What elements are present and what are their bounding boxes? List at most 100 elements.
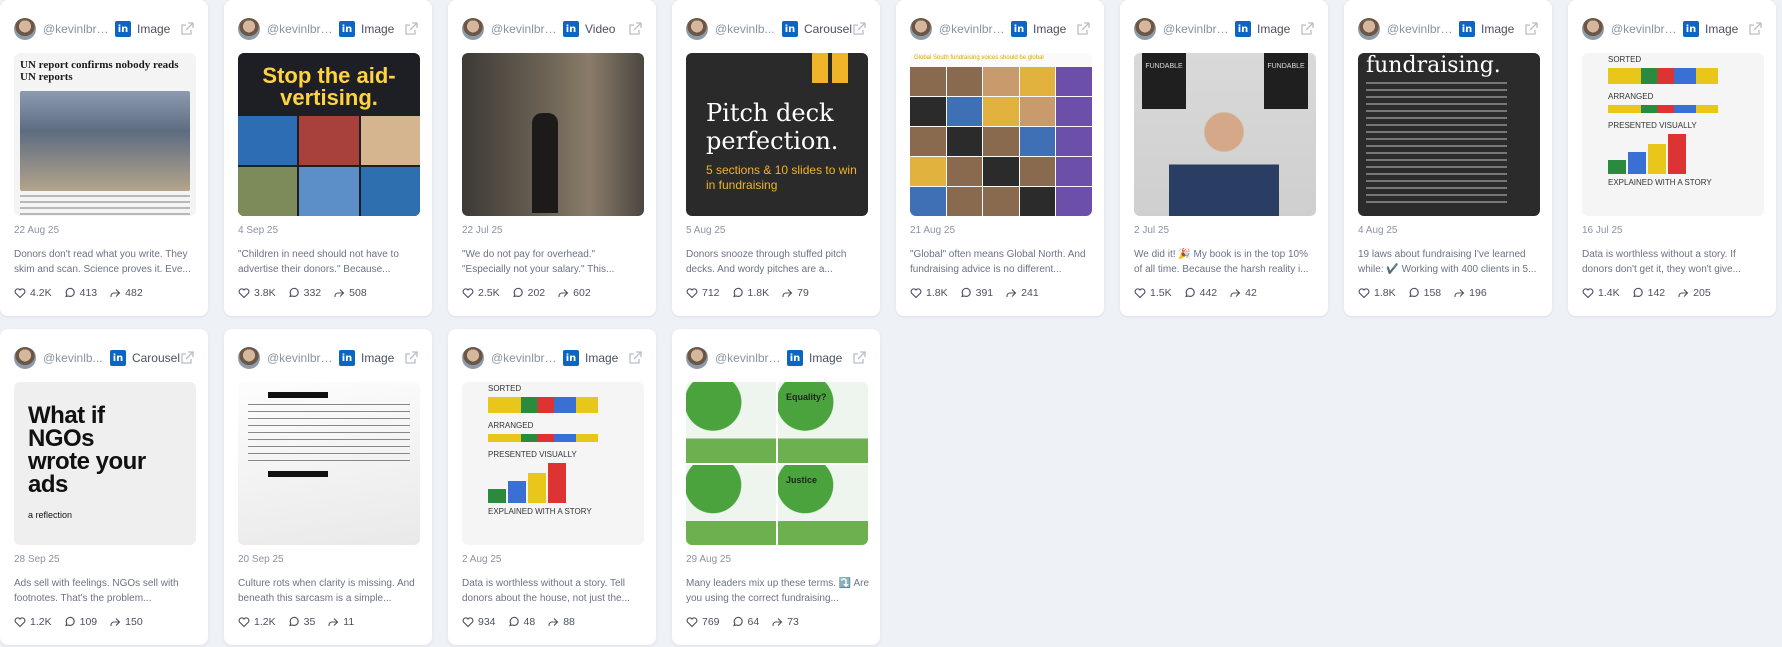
lego-bars [488, 463, 644, 503]
external-link-icon[interactable] [1300, 22, 1314, 36]
author-handle[interactable]: @kevinlbro... [43, 22, 109, 36]
post-card[interactable]: @kevinlbro... in Image SORTED ARRANGED PRESEN… [448, 329, 656, 645]
post-thumbnail[interactable]: SORTED ARRANGED PRESENTED VISUALLY EXPLAINE… [462, 382, 644, 545]
post-type-label: Carousel [131, 351, 180, 365]
video-still [532, 113, 558, 213]
external-link-icon[interactable] [628, 351, 642, 365]
author-handle[interactable]: @kevinlb... [43, 351, 104, 365]
likes-count-value: 934 [478, 616, 496, 628]
post-card[interactable]: @kevinlbro... in Image FUNDABLE FUNDABLE 2 Ju… [1120, 0, 1328, 316]
avatar[interactable] [238, 347, 260, 369]
post-caption: Data is worthless without a story. If do… [1582, 249, 1741, 275]
likes-count: 2.5K [462, 287, 500, 299]
share-icon [771, 616, 787, 628]
post-card[interactable]: @kevinlbro... in Image Global South fundrai… [896, 0, 1104, 316]
post-type-label: Carousel [803, 22, 852, 36]
portrait [1056, 67, 1092, 96]
post-card[interactable]: @kevinlbro... in Image Equality? Justice 29 A… [672, 329, 880, 645]
avatar[interactable] [1134, 18, 1156, 40]
likes-count: 1.5K [1134, 287, 1172, 299]
share-icon [1229, 287, 1245, 299]
author-handle[interactable]: @kevinlbro... [1611, 22, 1677, 36]
post-type-label: Image [361, 22, 395, 36]
author-handle[interactable]: @kevinlbro... [267, 22, 333, 36]
post-thumbnail[interactable]: Stop the aid-vertising. [238, 53, 420, 216]
book-cover: FUNDABLE [1264, 53, 1308, 109]
post-thumbnail[interactable]: Global South fundraising voices should b… [910, 53, 1092, 216]
comment-icon [1184, 287, 1200, 299]
external-link-icon[interactable] [1524, 22, 1538, 36]
thumb-headline: Global South fundraising voices should b… [914, 55, 1044, 61]
post-card[interactable]: @kevinlbro... in Image SORTED ARRANGED PRESEN… [1568, 0, 1776, 316]
post-card[interactable]: @kevinlbro... in Image 20 Sep 25 Culture rot… [224, 329, 432, 645]
thumb-text-line [1366, 187, 1508, 189]
avatar[interactable] [14, 347, 36, 369]
author-handle[interactable]: @kevinlbro... [1163, 22, 1229, 36]
thumb-text-line [248, 411, 410, 412]
external-link-icon[interactable] [852, 351, 866, 365]
external-link-icon[interactable] [180, 22, 194, 36]
post-card[interactable]: @kevinlbro... in Image UN report confirms n… [0, 0, 208, 316]
external-link-icon[interactable] [1076, 22, 1090, 36]
author-handle[interactable]: @kevinlbro... [715, 351, 781, 365]
thumb-text-line [20, 207, 190, 209]
author-handle[interactable]: @kevinlbro... [491, 351, 557, 365]
author-handle[interactable]: @kevinlbro... [1387, 22, 1453, 36]
comments-count-value: 413 [79, 287, 98, 299]
external-link-icon[interactable] [628, 22, 642, 36]
thumb-text-line [1366, 124, 1508, 126]
portrait [910, 127, 946, 156]
post-thumbnail[interactable]: Pitch deck perfection. 5 sections & 10 sl… [686, 53, 868, 216]
avatar[interactable] [238, 18, 260, 40]
comment-icon [1408, 287, 1424, 299]
author-handle[interactable]: @kevinlbro... [939, 22, 1005, 36]
avatar[interactable] [462, 347, 484, 369]
post-thumbnail[interactable] [462, 53, 644, 216]
engagement-stats: 769 64 73 [686, 616, 811, 628]
comment-icon [64, 616, 80, 628]
avatar[interactable] [686, 347, 708, 369]
author-handle[interactable]: @kevinlbro... [267, 351, 333, 365]
avatar[interactable] [462, 18, 484, 40]
thumb-text-line [1366, 159, 1508, 161]
post-card[interactable]: @kevinlbrown in Video 22 Jul 25 "We do not p… [448, 0, 656, 316]
post-card[interactable]: @kevinlb... in Carousel Pitch deck perfecti… [672, 0, 880, 316]
likes-count-value: 1.2K [254, 616, 276, 628]
heart-icon [686, 616, 702, 628]
portrait [946, 187, 983, 216]
post-card[interactable]: @kevinlb... in Carousel What if NGOs wrote … [0, 329, 208, 645]
post-card[interactable]: @kevinlbro... in Image fundraising. 4 Aug 25… [1344, 0, 1552, 316]
post-card[interactable]: @kevinlbro... in Image Stop the aid-vertisi… [224, 0, 432, 316]
post-thumbnail[interactable]: What if NGOs wrote your ads a reflection [14, 382, 196, 545]
external-link-icon[interactable] [1748, 22, 1762, 36]
avatar[interactable] [1358, 18, 1380, 40]
post-thumbnail[interactable]: fundraising. [1358, 53, 1540, 216]
external-link-icon[interactable] [180, 351, 194, 365]
author-handle[interactable]: @kevinlbrown [491, 22, 557, 36]
post-thumbnail[interactable]: SORTED ARRANGED PRESENTED VISUALLY EXPLAINE… [1582, 53, 1764, 216]
avatar[interactable] [1582, 18, 1604, 40]
thumb-text-line [1366, 145, 1508, 147]
linkedin-icon: in [339, 21, 355, 37]
linkedin-icon: in [339, 350, 355, 366]
comment-icon [512, 287, 528, 299]
lego-bar [1608, 160, 1626, 174]
lego-arranged [488, 434, 598, 442]
post-thumbnail[interactable]: UN report confirms nobody reads UN repor… [14, 53, 196, 216]
avatar[interactable] [14, 18, 36, 40]
post-thumbnail[interactable]: Equality? Justice [686, 382, 868, 545]
external-link-icon[interactable] [852, 22, 866, 36]
shares-count-value: 508 [349, 287, 367, 299]
card-header: @kevinlbrown in Video [462, 18, 642, 40]
comments-count: 413 [64, 287, 98, 299]
post-thumbnail[interactable]: FUNDABLE FUNDABLE [1134, 53, 1316, 216]
post-date: 4 Aug 25 [1358, 225, 1398, 236]
external-link-icon[interactable] [404, 351, 418, 365]
external-link-icon[interactable] [404, 22, 418, 36]
author-handle[interactable]: @kevinlb... [715, 22, 776, 36]
avatar[interactable] [910, 18, 932, 40]
post-thumbnail[interactable] [238, 382, 420, 545]
avatar[interactable] [686, 18, 708, 40]
thumb-text-line [1366, 173, 1508, 175]
thumb-text-line [1366, 131, 1508, 133]
